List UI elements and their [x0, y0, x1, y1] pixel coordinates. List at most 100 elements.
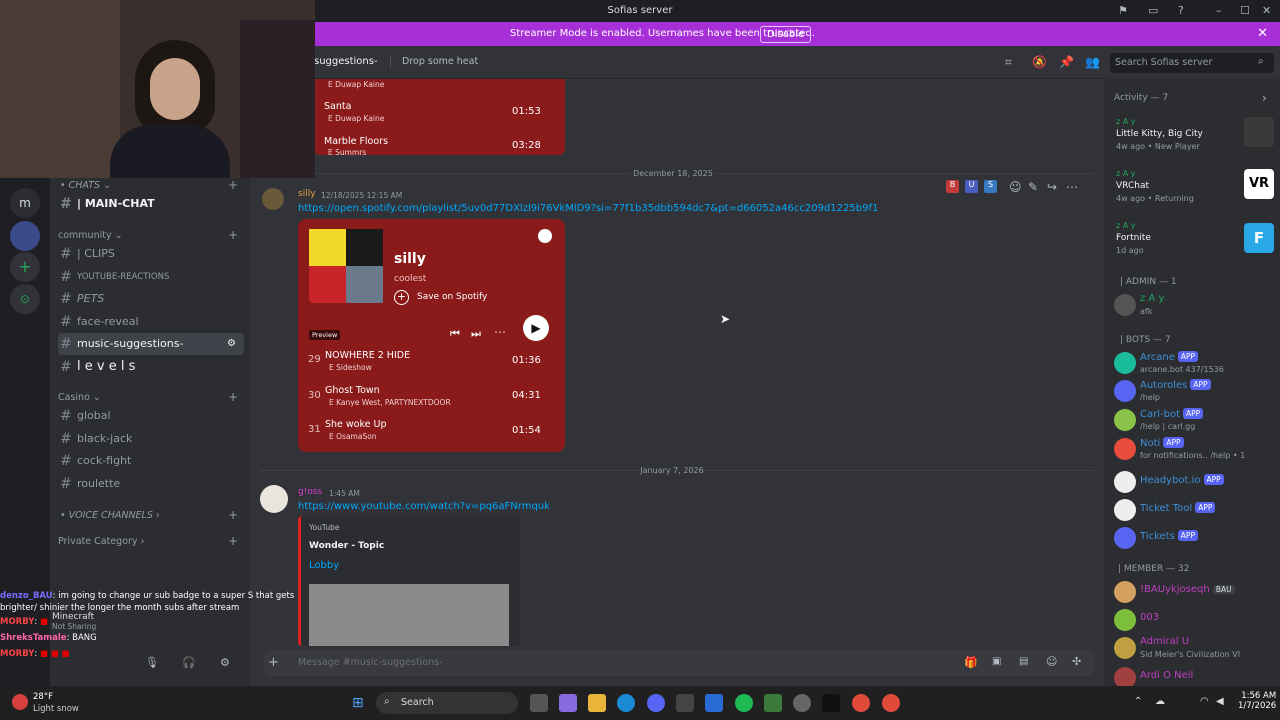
disable-button[interactable]: Disable [760, 26, 812, 43]
embed-title[interactable]: Lobby [309, 560, 339, 571]
obs-icon[interactable] [793, 694, 811, 712]
channel-roulette[interactable]: # roulette [58, 473, 244, 495]
avatar[interactable] [262, 188, 284, 210]
add-channel-icon[interactable]: + [228, 390, 238, 404]
category-chats[interactable]: • CHATS ⌄ [60, 180, 111, 191]
channel-youtube-reactions[interactable]: # YOUTUBE-REACTIONS [58, 266, 244, 288]
embed-author[interactable]: Wonder - Topic [309, 541, 384, 551]
user-initial[interactable]: m [10, 188, 40, 218]
task-view-icon[interactable] [530, 694, 548, 712]
track-row[interactable]: 29 NOWHERE 2 HIDE E Sideshow 01:36 [298, 350, 565, 384]
windows-start-icon[interactable]: ⊞ [352, 695, 364, 711]
channel-music-suggestions[interactable]: # music-suggestions- ⚙ [58, 333, 244, 355]
member-item[interactable]: Tickets APP [1114, 525, 1274, 555]
member-item[interactable]: 003 [1114, 607, 1274, 637]
mail-icon[interactable] [705, 694, 723, 712]
channel-face-reveal[interactable]: # face-reveal [58, 311, 244, 333]
forward-icon[interactable]: ↪ [1047, 180, 1057, 194]
channel-cock-fight[interactable]: # cock-fight [58, 450, 244, 472]
tray-chevron-icon[interactable]: ⌃ [1134, 696, 1142, 707]
monitor-icon[interactable]: ▭ [1148, 4, 1158, 17]
add-channel-icon[interactable]: + [228, 534, 238, 548]
tray-icon[interactable]: ☁ [1155, 696, 1165, 707]
chevron-right-icon[interactable]: › [1262, 91, 1267, 105]
store-icon[interactable] [676, 694, 694, 712]
tiktok-icon[interactable] [822, 694, 840, 712]
edge-icon[interactable] [617, 694, 635, 712]
save-on-spotify[interactable]: Save on Spotify [417, 292, 487, 302]
member-item[interactable]: Noti APP for notifications.. /help • 1 [1114, 436, 1274, 466]
category-community[interactable]: community ⌄ [58, 230, 123, 241]
gift-icon[interactable]: 🎁 [964, 656, 978, 669]
more-icon[interactable]: ⋯ [494, 325, 506, 339]
activity-card[interactable]: z A y Little Kitty, Big City 4w ago • Ne… [1114, 117, 1274, 151]
channel-global[interactable]: # global [58, 405, 244, 427]
member-item[interactable]: Admiral U Sid Meier's Civilization VI [1114, 635, 1274, 665]
track-name[interactable]: Santa [324, 101, 351, 112]
help-icon[interactable]: ? [1178, 4, 1184, 17]
channel-main-chat[interactable]: # | MAIN-CHAT [58, 193, 244, 215]
message-author[interactable]: silly [298, 189, 316, 199]
file-explorer-icon[interactable] [588, 694, 606, 712]
spotify-icon[interactable] [735, 694, 753, 712]
save-icon[interactable]: + [394, 290, 409, 305]
discover-icon[interactable]: ⊙ [10, 284, 40, 314]
message-author[interactable]: g!oss [298, 487, 322, 497]
channel-clips[interactable]: # | CLIPS [58, 243, 244, 265]
channel-black-jack[interactable]: # black-jack [58, 428, 244, 450]
weather-temp[interactable]: 28°F [33, 692, 53, 702]
track-name[interactable]: Marble Floors [324, 136, 388, 147]
taskbar-search[interactable]: ⌕ Search [376, 692, 518, 714]
server-icon[interactable] [10, 221, 40, 251]
inbox-icon[interactable]: ⚑ [1118, 4, 1128, 17]
category-casino[interactable]: Casino ⌄ [58, 392, 101, 403]
chrome-icon[interactable] [882, 694, 900, 712]
spotify-logo-icon[interactable] [538, 229, 552, 243]
weather-icon[interactable] [12, 694, 28, 710]
maximize-icon[interactable]: ☐ [1240, 4, 1250, 17]
reaction-s-icon[interactable]: S [984, 180, 997, 193]
previous-track-icon[interactable]: ⏮ [450, 327, 460, 341]
reaction-u-icon[interactable]: U [965, 180, 978, 193]
message-link[interactable]: https://www.youtube.com/watch?v=pq6aFNrm… [298, 501, 550, 512]
reaction-b-icon[interactable]: B [946, 180, 959, 193]
channel-levels[interactable]: # l e v e l s [58, 356, 244, 378]
playlist-title[interactable]: silly [394, 251, 426, 267]
activity-card[interactable]: z A y VRChat 4w ago • Returning VR [1114, 169, 1274, 203]
play-button[interactable]: ▶ [523, 315, 549, 341]
clock[interactable]: 1:56 AM 1/7/2026 [1238, 691, 1276, 711]
chrome-icon[interactable] [852, 694, 870, 712]
notifications-icon[interactable]: 🔕 [1032, 55, 1047, 69]
message-composer[interactable]: + Message #music-suggestions- 🎁 ▣ ▤ ☺ ✣ [264, 650, 1094, 676]
copilot-icon[interactable] [559, 694, 577, 712]
category-voice-channels[interactable]: • VOICE CHANNELS › [60, 510, 160, 521]
track-row[interactable]: 31 She woke Up E OsamaSon 01:54 [298, 419, 565, 453]
member-item[interactable]: Ticket Tool APP [1114, 497, 1274, 527]
app-icon[interactable] [764, 694, 782, 712]
member-list-icon[interactable]: 👥 [1085, 55, 1100, 69]
add-channel-icon[interactable]: + [228, 178, 238, 192]
playlist-cover[interactable] [309, 229, 383, 303]
activity-card[interactable]: z A y Fortnite 1d ago F [1114, 221, 1274, 255]
apps-icon[interactable]: ✣ [1072, 655, 1081, 668]
gif-icon[interactable]: ▣ [992, 656, 1001, 667]
volume-icon[interactable]: ◀ [1216, 696, 1224, 707]
next-track-icon[interactable]: ⏭ [471, 327, 481, 341]
add-channel-icon[interactable]: + [228, 508, 238, 522]
add-channel-icon[interactable]: + [228, 228, 238, 242]
discord-icon[interactable] [647, 694, 665, 712]
channel-pets[interactable]: # PETS [58, 288, 244, 310]
close-icon[interactable]: ✕ [1257, 26, 1268, 41]
close-window-icon[interactable]: ✕ [1262, 4, 1271, 17]
track-row[interactable]: 30 Ghost Town E Kanye West, PARTYNEXTDOO… [298, 385, 565, 419]
member-item[interactable]: !BAUykjoseqh BAU [1114, 579, 1274, 609]
more-options-icon[interactable]: ⋯ [1066, 180, 1078, 194]
member-item[interactable]: z A y afk [1114, 292, 1274, 322]
member-item[interactable]: Arcane APP arcane.bot 437/1536 [1114, 350, 1274, 380]
member-item[interactable]: Autoroles APP/help [1114, 378, 1274, 408]
threads-icon[interactable]: ⌗ [1005, 55, 1012, 70]
message-link[interactable]: https://open.spotify.com/playlist/5uv0d7… [298, 203, 878, 214]
member-item[interactable]: Headybot.io APP [1114, 469, 1274, 499]
member-item[interactable]: Carl-bot APP/help | carl.gg [1114, 407, 1274, 437]
video-thumbnail[interactable] [309, 584, 509, 646]
